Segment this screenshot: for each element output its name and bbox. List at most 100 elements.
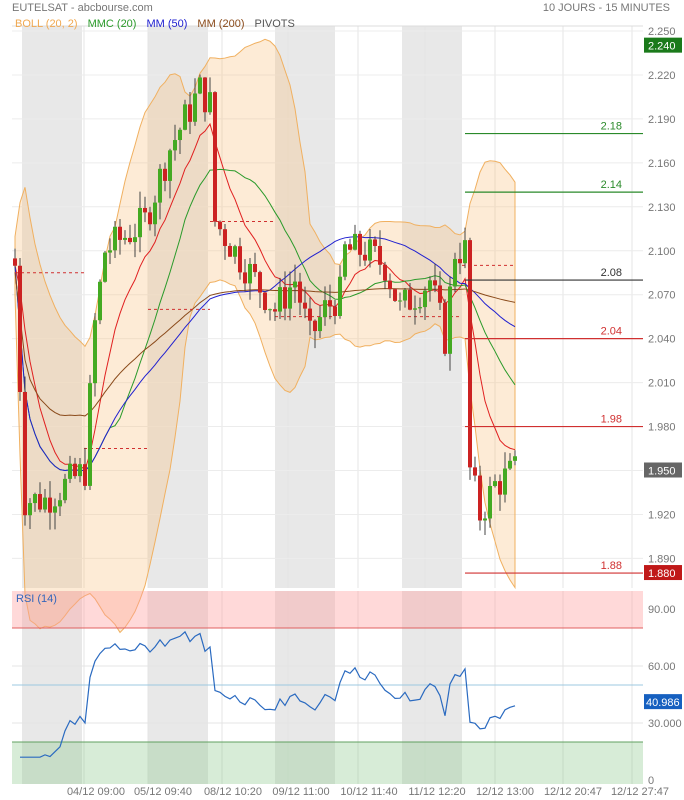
- y-tick-label: 1.980: [648, 422, 676, 434]
- candle-body: [373, 239, 377, 246]
- pivot-label: 2.08: [601, 267, 622, 279]
- candle-body: [428, 280, 432, 291]
- candle-body: [258, 272, 262, 293]
- candle-body: [463, 240, 467, 264]
- y-tick-label: 2.040: [648, 334, 676, 346]
- candle-body: [368, 239, 372, 261]
- candle-body: [78, 464, 82, 477]
- candle-body: [58, 500, 62, 507]
- x-tick-label: 12/12 13:00: [476, 786, 534, 798]
- candle-body: [438, 285, 442, 303]
- candle-body: [478, 475, 482, 521]
- candle-body: [68, 463, 72, 479]
- legend-pivots[interactable]: PIVOTS: [254, 18, 294, 30]
- rsi-overbought-zone: [12, 591, 643, 628]
- legend-boll[interactable]: BOLL (20, 2): [15, 18, 78, 30]
- candle-body: [128, 237, 132, 243]
- candle-body: [448, 286, 452, 354]
- y-tick-label: 2.250: [648, 26, 676, 38]
- candle-body: [308, 308, 312, 321]
- candle-body: [328, 300, 332, 307]
- candle-body: [178, 129, 182, 141]
- candle-body: [133, 237, 137, 243]
- candle-body: [338, 276, 342, 317]
- candle-body: [233, 246, 237, 257]
- candle-body: [513, 456, 517, 461]
- candle-body: [503, 468, 507, 495]
- candle-body: [293, 281, 297, 288]
- candle-body: [158, 168, 162, 203]
- pivot-label: 1.98: [601, 414, 622, 426]
- candle-body: [238, 246, 242, 273]
- candle-body: [223, 229, 227, 246]
- y-tick-label: 2.100: [648, 246, 676, 258]
- candle-body: [468, 240, 472, 468]
- candle-body: [288, 287, 292, 309]
- rsi-tick-label: 30.000: [648, 718, 682, 730]
- candle-body: [423, 290, 427, 308]
- candle-body: [33, 494, 37, 504]
- chart-svg[interactable]: 2.2502.2202.1902.1602.1302.1002.0702.040…: [0, 0, 684, 800]
- candle-body: [148, 212, 152, 225]
- x-tick-label: 11/12 12:20: [408, 786, 465, 798]
- x-tick-label: 10/12 11:40: [340, 786, 397, 798]
- rsi-title: RSI (14): [16, 593, 57, 605]
- x-tick-label: 08/12 10:20: [204, 786, 262, 798]
- candle-body: [28, 503, 32, 516]
- candle-body: [73, 463, 77, 477]
- candle-body: [243, 272, 247, 284]
- candle-body: [443, 302, 447, 354]
- y-tick-label: 2.220: [648, 70, 676, 82]
- candle-body: [378, 245, 382, 265]
- y-tick-label: 2.070: [648, 290, 676, 302]
- candle-body: [508, 460, 512, 469]
- legend-mmc[interactable]: MMC (20): [88, 18, 137, 30]
- legend: BOLL (20, 2) MMC (20) MM (50) MM (200) P…: [15, 18, 295, 30]
- candle-body: [98, 281, 102, 321]
- candle-body: [153, 202, 157, 225]
- candle-body: [38, 494, 42, 510]
- legend-mm50[interactable]: MM (50): [146, 18, 187, 30]
- candle-body: [248, 263, 252, 284]
- chart-container: EUTELSAT - abcbourse.com 10 JOURS - 15 M…: [0, 0, 684, 800]
- candle-body: [83, 464, 87, 486]
- x-tick-label: 09/12 11:00: [272, 786, 329, 798]
- candle-body: [173, 140, 177, 151]
- rsi-oversold-zone: [12, 742, 643, 784]
- candle-body: [273, 309, 277, 312]
- candle-body: [333, 306, 337, 317]
- candle-body: [138, 207, 142, 238]
- candle-body: [93, 320, 97, 384]
- pivot-label: 2.04: [601, 326, 622, 338]
- candle-body: [283, 287, 287, 309]
- candle-body: [208, 92, 212, 113]
- y-tick-label: 2.160: [648, 158, 676, 170]
- candle-body: [113, 226, 117, 251]
- candle-body: [393, 289, 397, 301]
- candle-body: [323, 300, 327, 318]
- candle-body: [183, 104, 187, 130]
- candle-body: [353, 233, 357, 250]
- candle-body: [213, 92, 217, 222]
- candle-body: [408, 289, 412, 310]
- candle-body: [13, 258, 17, 266]
- legend-mm200[interactable]: MM (200): [197, 18, 244, 30]
- candle-body: [203, 77, 207, 113]
- candle-body: [413, 308, 417, 310]
- candle-body: [88, 383, 92, 486]
- candle-body: [388, 280, 392, 290]
- rsi-tick-label: 90.00: [648, 604, 676, 616]
- x-tick-label: 12/12 20:47: [544, 786, 602, 798]
- pivot-label: 1.88: [601, 560, 622, 572]
- candle-body: [498, 481, 502, 495]
- candle-body: [253, 263, 257, 273]
- candle-body: [143, 207, 147, 213]
- candle-body: [188, 104, 192, 122]
- x-tick-label: 12/12 27:47: [611, 786, 669, 798]
- last-price-marker-text: 1.950: [648, 466, 676, 478]
- candle-body: [48, 497, 52, 513]
- candle-body: [43, 497, 47, 510]
- candle-body: [228, 245, 232, 257]
- candle-body: [358, 233, 362, 255]
- candle-body: [193, 93, 197, 122]
